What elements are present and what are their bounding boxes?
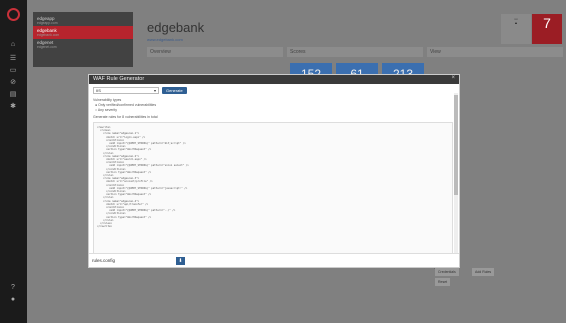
list-icon[interactable]: ☰ — [8, 54, 18, 63]
view-section: View — [427, 47, 563, 57]
gear-icon[interactable]: ✱ — [8, 102, 18, 111]
alert-badge[interactable]: 7 — [532, 14, 562, 44]
scroll-thumb[interactable] — [454, 95, 458, 195]
overview-section: Overview — [147, 47, 283, 57]
laptop-icon[interactable]: ▭ ▲ — [501, 14, 531, 44]
download-icon[interactable]: ⬇ — [176, 257, 185, 265]
folder-icon[interactable]: ▭ — [8, 66, 18, 75]
help-icon[interactable]: ? — [8, 283, 18, 292]
waf-modal: WAF Rule Generator × IIS ▾ Generate Vulne… — [88, 74, 460, 268]
tenant-item[interactable]: edgenet edgenet.com — [33, 38, 133, 51]
add-rules-button[interactable]: Add Rules — [472, 268, 495, 276]
modal-footer: rules.config ⬇ — [89, 253, 459, 267]
filename-field[interactable]: rules.config — [92, 258, 115, 263]
generate-note: Generate rules for 8 vulnerabilities in … — [93, 115, 158, 119]
generate-button[interactable]: Generate — [162, 87, 187, 94]
close-icon[interactable]: × — [451, 75, 455, 81]
option-any[interactable]: ○ Any severity — [95, 108, 117, 112]
home-icon[interactable]: ⌂ — [8, 40, 18, 49]
modal-body: IIS ▾ Generate Vulnerability types ● Only… — [89, 84, 459, 253]
page-url[interactable]: www.edgebank.com — [147, 37, 183, 42]
document-icon[interactable]: ▤ — [8, 90, 18, 99]
rules-output[interactable]: <rewrite> <rules> <rule name="edgescan-1… — [93, 122, 453, 253]
option-confirmed[interactable]: ● Only verified/confirmed vulnerabilitie… — [95, 103, 156, 107]
scores-section: Scores — [287, 47, 423, 57]
reset-button[interactable]: Reset — [435, 278, 451, 286]
vuln-type-label: Vulnerability types — [93, 98, 122, 102]
modal-header: WAF Rule Generator × — [89, 75, 459, 84]
modal-title: WAF Rule Generator — [93, 76, 145, 82]
user-icon[interactable]: ● — [8, 295, 18, 304]
tenant-list: edgeapp edgeapp.com edgebank edgebank.com … — [33, 12, 133, 67]
credentials-button[interactable]: Credentials — [435, 268, 459, 276]
page-title: edgebank — [147, 20, 205, 35]
compass-icon[interactable]: ⊘ — [8, 78, 18, 87]
left-rail: ⌂ ☰ ▭ ⊘ ▤ ✱ ? ● — [0, 0, 27, 323]
logo-icon[interactable] — [7, 8, 20, 21]
format-select[interactable]: IIS ▾ — [93, 87, 159, 94]
chevron-down-icon: ▾ — [153, 88, 156, 93]
scrollbar[interactable] — [454, 93, 458, 253]
